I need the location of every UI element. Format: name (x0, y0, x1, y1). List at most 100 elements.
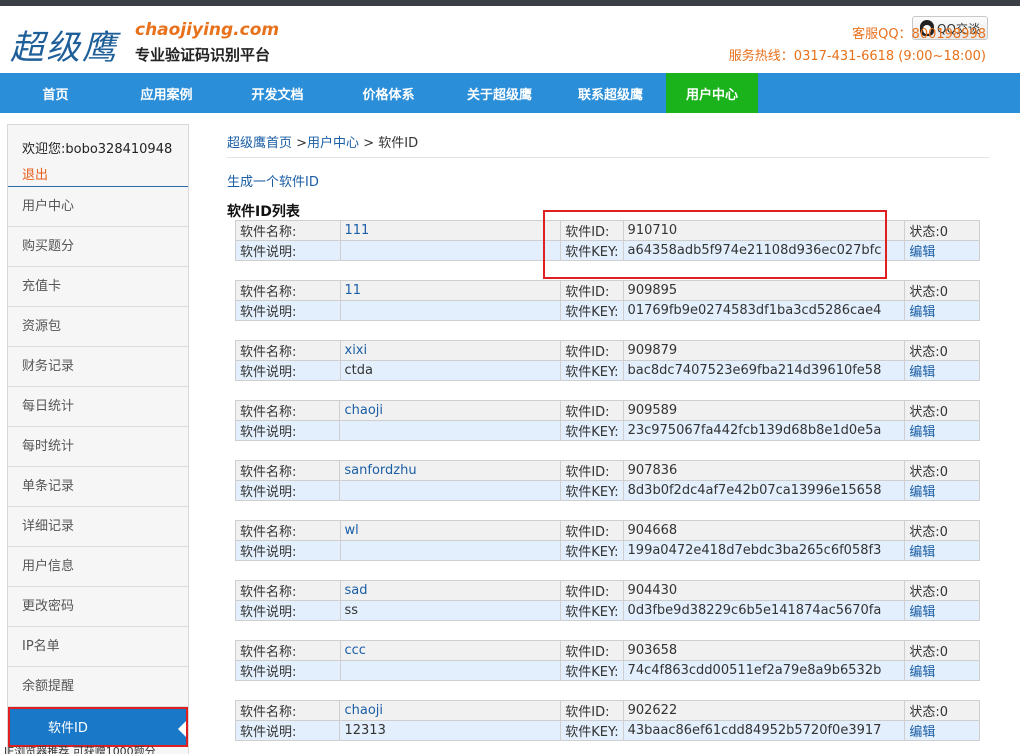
software-desc (339, 480, 562, 501)
desc-label: 软件说明: (235, 660, 341, 681)
software-name: chaoji (339, 400, 562, 421)
desc-label: 软件说明: (234, 720, 341, 741)
software-desc: 12313 (339, 720, 562, 741)
sidebar-item[interactable]: 软件ID (8, 707, 188, 747)
status: 状态:0 (904, 640, 980, 661)
nav-item[interactable]: 开发文档 (222, 73, 333, 113)
id-label: 软件ID: (560, 280, 624, 301)
name-label: 软件名称: (235, 280, 341, 301)
sidebar-item[interactable]: 每日统计 (8, 387, 188, 427)
software-entry-table: 软件名称: chaoji 软件ID: 902622 状态:0 软件说明: 12313 软件KE… (234, 700, 980, 741)
status: 状态:0 (904, 580, 980, 601)
breadcrumb-home[interactable]: 超级鹰首页 (227, 136, 292, 151)
edit-link[interactable]: 编辑 (904, 720, 980, 741)
software-id: 904430 (622, 580, 906, 601)
software-entry-table: 软件名称: 111 软件ID: 910710 状态:0 软件说明: 软件KEY: a64358… (235, 220, 980, 261)
desc-label: 软件说明: (235, 540, 341, 561)
logo[interactable]: 超级鹰 (10, 20, 118, 69)
software-id: 909589 (622, 400, 906, 421)
software-name: sanfordzhu (339, 460, 562, 481)
sidebar-item[interactable]: 每时统计 (8, 427, 188, 467)
site-header: 超级鹰 chaojiying.com 专业验证码识别平台 QQ交谈 客服QQ：8… (0, 6, 1020, 73)
id-label: 软件ID: (560, 640, 624, 661)
breadcrumb-separator: > (359, 136, 379, 151)
sidebar-item[interactable]: 用户信息 (8, 547, 188, 587)
id-label: 软件ID: (560, 460, 624, 481)
id-label: 软件ID: (560, 580, 624, 601)
software-name: 111 (339, 220, 562, 241)
service-hotline: 服务热线：0317-431-6618 (9:00~18:00) (728, 49, 986, 64)
sidebar-item[interactable]: 购买题分 (8, 227, 188, 267)
main-nav: 首页 应用案例 开发文档 价格体系 关于超级鹰 联系超级鹰 用户中心 (0, 73, 1020, 113)
nav-item[interactable]: 价格体系 (333, 73, 444, 113)
software-id: 903658 (622, 640, 906, 661)
name-label: 软件名称: (234, 700, 341, 721)
software-id: 909895 (622, 280, 906, 301)
id-label: 软件ID: (560, 340, 624, 361)
software-entry-table: 软件名称: sad 软件ID: 904430 状态:0 软件说明: ss 软件KEY: 0d3f… (235, 580, 980, 621)
sidebar-item[interactable]: 详细记录 (8, 507, 188, 547)
desc-label: 软件说明: (235, 240, 341, 261)
edit-link[interactable]: 编辑 (904, 540, 980, 561)
edit-link[interactable]: 编辑 (904, 480, 980, 501)
key-label: 软件KEY: (560, 300, 624, 321)
key-label: 软件KEY: (560, 720, 624, 741)
id-label: 软件ID: (560, 700, 624, 721)
generate-software-id-link[interactable]: 生成一个软件ID (227, 171, 319, 190)
nav-item[interactable]: 关于超级鹰 (444, 73, 555, 113)
software-name: xixi (339, 340, 562, 361)
software-list-title: 软件ID列表 (227, 204, 300, 220)
nav-item[interactable]: 用户中心 (666, 73, 758, 113)
id-label: 软件ID: (560, 520, 624, 541)
software-desc (339, 240, 562, 261)
software-entry-table: 软件名称: wl 软件ID: 904668 状态:0 软件说明: 软件KEY: 199a047… (235, 520, 980, 561)
breadcrumb-user-center[interactable]: 用户中心 (307, 136, 359, 151)
desc-label: 软件说明: (235, 360, 341, 381)
software-entry-table: 软件名称: chaoji 软件ID: 909589 状态:0 软件说明: 软件KEY: 23c… (234, 400, 980, 441)
sidebar-item[interactable]: 用户中心 (8, 187, 188, 227)
software-name: 11 (339, 280, 562, 301)
nav-item[interactable]: 应用案例 (111, 73, 222, 113)
edit-link[interactable]: 编辑 (904, 660, 980, 681)
sidebar-item[interactable]: 更改密码 (8, 587, 188, 627)
software-desc: ss (339, 600, 562, 621)
desc-label: 软件说明: (235, 600, 341, 621)
key-label: 软件KEY: (560, 240, 624, 261)
logout-link[interactable]: 退出 (22, 168, 48, 183)
sidebar-item[interactable]: 余额提醒 (8, 667, 188, 707)
sidebar-item[interactable]: 财务记录 (8, 347, 188, 387)
edit-link[interactable]: 编辑 (904, 600, 980, 621)
status: 状态:0 (904, 460, 980, 481)
software-key: a64358adb5f974e21108d936ec027bfc (622, 240, 906, 261)
sidebar-footer-note: IE浏览器推荐 可获赠1000题分 (4, 745, 156, 754)
contact-info: 客服QQ：800198998 服务热线：0317-431-6618 (9:00~… (729, 24, 986, 68)
name-label: 软件名称: (235, 520, 341, 541)
desc-label: 软件说明: (234, 420, 341, 441)
sidebar-item[interactable]: 资源包 (8, 307, 188, 347)
sidebar-item[interactable]: IP名单 (8, 627, 188, 667)
welcome-block: 欢迎您:bobo328410948 退出 (8, 125, 188, 187)
software-entry-table: 软件名称: ccc 软件ID: 903658 状态:0 软件说明: 软件KEY: 74c4f8… (235, 640, 980, 681)
status: 状态:0 (904, 400, 980, 421)
software-key: 0d3fbe9d38229c6b5e141874ac5670fa (622, 600, 906, 621)
software-desc (339, 660, 562, 681)
software-name: sad (339, 580, 562, 601)
breadcrumb-divider (227, 157, 989, 158)
logo-tagline: 专业验证码识别平台 (135, 46, 271, 64)
nav-item[interactable]: 首页 (0, 73, 111, 113)
edit-link[interactable]: 编辑 (904, 420, 980, 441)
desc-label: 软件说明: (234, 480, 341, 501)
status: 状态:0 (904, 520, 980, 541)
software-id: 907836 (622, 460, 906, 481)
name-label: 软件名称: (235, 220, 341, 241)
sidebar-item[interactable]: 单条记录 (8, 467, 188, 507)
software-entry-table: 软件名称: 11 软件ID: 909895 状态:0 软件说明: 软件KEY: 01769fb… (235, 280, 980, 321)
sidebar-item[interactable]: 充值卡 (8, 267, 188, 307)
software-key: 74c4f863cdd00511ef2a79e8a9b6532b (622, 660, 906, 681)
edit-link[interactable]: 编辑 (904, 300, 980, 321)
edit-link[interactable]: 编辑 (904, 240, 980, 261)
software-name: wl (339, 520, 562, 541)
nav-item[interactable]: 联系超级鹰 (555, 73, 666, 113)
edit-link[interactable]: 编辑 (904, 360, 980, 381)
status: 状态:0 (904, 340, 980, 361)
